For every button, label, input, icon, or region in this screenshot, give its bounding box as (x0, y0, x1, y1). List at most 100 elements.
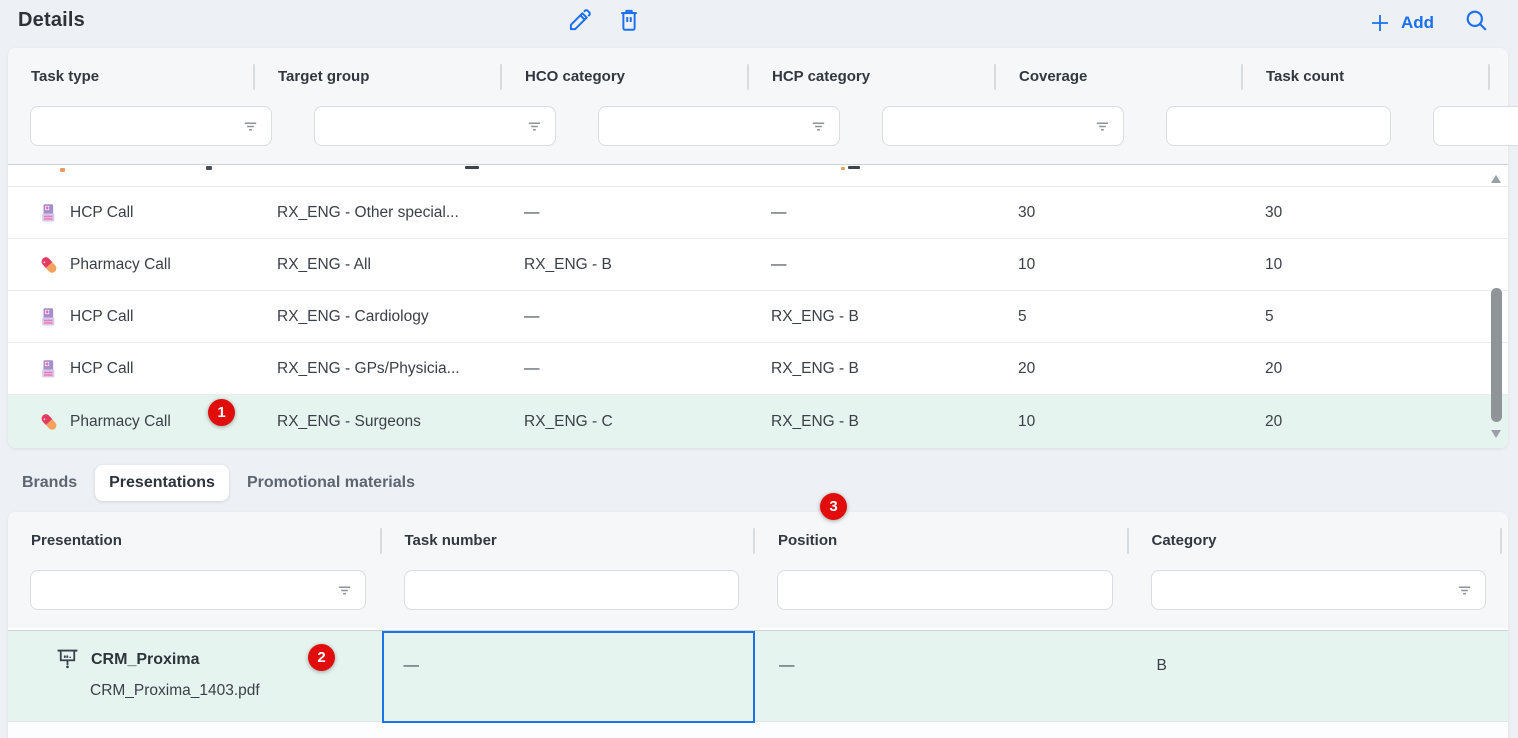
position-cell[interactable]: — (755, 631, 1129, 723)
clipped-table-row[interactable] (8, 165, 1508, 187)
task-count-cell: 30 (1265, 204, 1282, 222)
task-count-cell: 5 (1265, 308, 1274, 326)
details-table-head: Task type Target group HCO category HCP … (8, 48, 1508, 164)
target-group-cell: RX_ENG - Other special... (277, 204, 459, 222)
task-number-value: — (404, 657, 420, 674)
delete-icon[interactable] (615, 6, 643, 34)
category-cell[interactable]: B (1129, 631, 1503, 723)
column-header-hco-category[interactable]: HCO category (502, 48, 749, 104)
pharmacy-call-icon (38, 411, 60, 433)
position-value: — (779, 657, 795, 674)
annotation-badge-1: 1 (208, 399, 235, 426)
details-table: Task type Target group HCO category HCP … (8, 48, 1508, 448)
coverage-cell: 10 (1018, 256, 1035, 274)
task-type-cell: HCP Call (70, 204, 133, 222)
scroll-up-arrow[interactable] (1491, 175, 1501, 183)
column-header-position[interactable]: Position (755, 512, 1129, 568)
presentation-filter-input[interactable] (43, 571, 336, 609)
sub-section-tabbar: Brands Presentations Promotional materia… (0, 458, 1518, 512)
presentation-name: CRM_Proxima (91, 651, 199, 669)
tab-presentations[interactable]: Presentations (95, 465, 229, 501)
presentation-screen-icon (54, 646, 81, 673)
filter-icon (526, 118, 543, 135)
position-filter-input[interactable] (790, 571, 1100, 609)
category-value: B (1157, 657, 1167, 674)
hco-category-cell: — (524, 204, 540, 222)
vertical-scrollbar[interactable] (1490, 167, 1503, 446)
hco-category-filter (598, 106, 840, 146)
hcp-category-filter (882, 106, 1124, 146)
column-header-task-count[interactable]: Task count (1243, 48, 1490, 104)
column-header-coverage[interactable]: Coverage (996, 48, 1243, 104)
hcp-category-cell: — (771, 256, 787, 274)
coverage-cell: 30 (1018, 204, 1035, 222)
column-header-hcp-category[interactable]: HCP category (749, 48, 996, 104)
page-title: Details (18, 9, 85, 32)
task-count-cell: 10 (1265, 256, 1282, 274)
task-type-filter-input[interactable] (43, 107, 242, 145)
coverage-filter-input[interactable] (1179, 107, 1378, 145)
table-row[interactable]: HCP Call RX_ENG - Cardiology — RX_ENG - … (8, 291, 1508, 343)
tab-brands[interactable]: Brands (20, 465, 79, 501)
target-group-filter-input[interactable] (327, 107, 526, 145)
task-count-cell: 20 (1265, 413, 1282, 431)
task-number-filter (404, 570, 740, 610)
hcp-category-filter-input[interactable] (895, 107, 1094, 145)
column-header-task-number[interactable]: Task number (382, 512, 756, 568)
add-button[interactable]: Add (1366, 9, 1434, 37)
hcp-category-cell: RX_ENG - B (771, 308, 859, 326)
task-count-filter (1433, 106, 1518, 146)
table-row-selected[interactable]: Pharmacy Call RX_ENG - Surgeons RX_ENG -… (8, 395, 1508, 448)
column-header-presentation[interactable]: Presentation (8, 512, 382, 568)
annotation-badge-2: 2 (308, 644, 335, 671)
presentation-filter (30, 570, 366, 610)
task-number-filter-input[interactable] (417, 571, 727, 609)
column-header-target-group[interactable]: Target group (255, 48, 502, 104)
presentation-file-name: CRM_Proxima_1403.pdf (90, 682, 382, 700)
category-filter-input[interactable] (1164, 571, 1457, 609)
plus-icon (1366, 9, 1394, 37)
pharmacy-call-icon (38, 254, 60, 276)
task-type-cell: HCP Call (70, 360, 133, 378)
table-row[interactable]: Pharmacy Call RX_ENG - All RX_ENG - B — … (8, 239, 1508, 291)
search-icon[interactable] (1462, 6, 1490, 34)
target-group-filter (314, 106, 556, 146)
coverage-cell: 10 (1018, 413, 1035, 431)
hco-category-cell: RX_ENG - B (524, 256, 612, 274)
hco-category-cell: — (524, 360, 540, 378)
hco-category-cell: RX_ENG - C (524, 413, 613, 431)
filter-icon (810, 118, 827, 135)
annotation-badge-3: 3 (820, 493, 847, 520)
task-type-cell: Pharmacy Call (70, 413, 171, 431)
scrollbar-thumb[interactable] (1491, 288, 1502, 422)
presentations-table-head: Presentation Task number Position Catego… (8, 512, 1508, 628)
hco-category-cell: — (524, 308, 540, 326)
coverage-cell: 20 (1018, 360, 1035, 378)
table-row[interactable]: HCP Call RX_ENG - Other special... — — 3… (8, 187, 1508, 239)
task-type-cell: HCP Call (70, 308, 133, 326)
hcp-call-icon (38, 306, 60, 328)
details-toolbar: Details Add (0, 0, 1518, 44)
filter-icon (242, 118, 259, 135)
target-group-cell: RX_ENG - GPs/Physicia... (277, 360, 460, 378)
column-header-category[interactable]: Category (1129, 512, 1503, 568)
presentation-row-selected[interactable]: CRM_Proxima CRM_Proxima_1403.pdf — — B (8, 630, 1508, 722)
task-type-filter (30, 106, 272, 146)
coverage-filter (1166, 106, 1391, 146)
hcp-category-cell: RX_ENG - B (771, 360, 859, 378)
task-number-cell-focused[interactable]: — (382, 631, 756, 723)
edit-icon[interactable] (566, 6, 594, 34)
filter-icon (1456, 582, 1473, 599)
presentations-table: Presentation Task number Position Catego… (8, 512, 1508, 738)
hcp-category-cell: RX_ENG - B (771, 413, 859, 431)
hcp-call-icon (38, 358, 60, 380)
filter-icon (336, 582, 353, 599)
column-header-task-type[interactable]: Task type (8, 48, 255, 104)
scroll-down-arrow[interactable] (1491, 430, 1501, 438)
hco-category-filter-input[interactable] (611, 107, 810, 145)
task-count-filter-input[interactable] (1446, 107, 1518, 145)
target-group-cell: RX_ENG - Surgeons (277, 413, 421, 431)
tab-promotional-materials[interactable]: Promotional materials (245, 465, 417, 501)
hcp-category-cell: — (771, 204, 787, 222)
table-row[interactable]: HCP Call RX_ENG - GPs/Physicia... — RX_E… (8, 343, 1508, 395)
